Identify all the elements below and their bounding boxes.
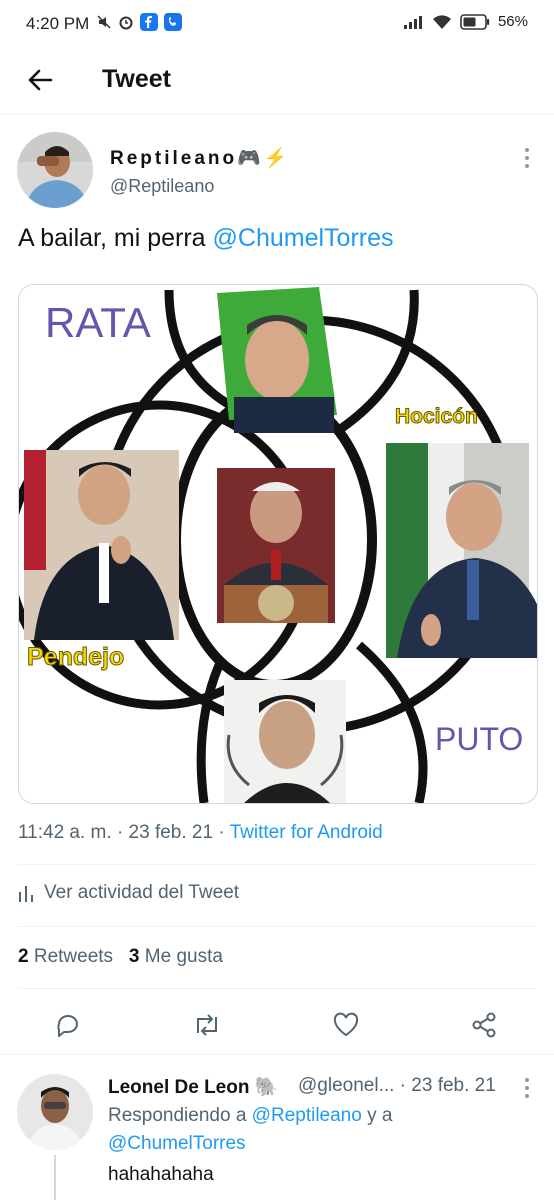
reply-icon (57, 1015, 78, 1037)
tweet-text: A bailar, mi perra @ChumelTorres (18, 224, 394, 253)
divider (18, 988, 536, 989)
likes-stat[interactable]: 3 Me gusta (129, 946, 223, 967)
author-name[interactable]: Reptileano🎮⚡ (110, 146, 290, 170)
likes-count: 3 (128, 946, 140, 967)
meme-label-puto: PUTO (435, 721, 524, 757)
reply-avatar[interactable] (17, 1074, 93, 1150)
status-time: 4:20 PM (26, 14, 90, 33)
page-title: Tweet (102, 65, 171, 93)
thread-connector-line (54, 1155, 56, 1200)
tweet-media-image[interactable]: RATA Hocicón Pendejo PUTO (18, 284, 538, 804)
retweet-icon (197, 1014, 217, 1036)
status-system-icons: 56% (403, 13, 528, 30)
share-button[interactable] (467, 1008, 501, 1042)
tweet-time: 11:42 a. m. (18, 822, 112, 843)
tweet-date: 23 feb. 21 (128, 822, 214, 843)
replying-mention-reptileano[interactable]: @Reptileano (252, 1105, 362, 1126)
meme-label-pendejo: Pendejo (26, 643, 125, 672)
heart-icon (333, 1012, 359, 1037)
photo-bottom (224, 680, 346, 803)
view-activity-row[interactable]: Ver actividad del Tweet (18, 882, 239, 904)
back-button[interactable] (20, 62, 60, 98)
reply-author-name[interactable]: Leonel De Leon 🐘 (108, 1075, 278, 1099)
share-icon (472, 1012, 496, 1038)
replying-and: y a (361, 1105, 393, 1126)
analytics-icon (19, 886, 33, 902)
divider (18, 864, 536, 865)
tweet-source-link[interactable]: Twitter for Android (230, 822, 383, 843)
status-notification-icons (96, 13, 182, 31)
author-avatar[interactable] (17, 132, 93, 208)
retweets-count: 2 (18, 946, 29, 967)
photo-center (217, 468, 335, 623)
engagement-stats: 2 Retweets 3 Me gusta (18, 946, 223, 968)
replying-prefix: Respondiendo a (108, 1105, 252, 1126)
replying-to: Respondiendo a @Reptileano y a (108, 1105, 392, 1127)
top-app-bar: Tweet (0, 48, 554, 115)
meta-separator: · (218, 822, 225, 843)
like-button[interactable] (329, 1008, 363, 1042)
tweet-text-body: A bailar, mi perra (18, 224, 213, 252)
reply-more-options-icon[interactable] (520, 1077, 534, 1099)
meta-separator: · (116, 822, 124, 843)
wifi-icon (432, 14, 451, 29)
phone-app-icon (164, 13, 182, 31)
battery-percent: 56% (497, 13, 528, 30)
reply-button[interactable] (51, 1008, 85, 1042)
more-options-icon[interactable] (520, 147, 534, 169)
tweet-action-bar (0, 1002, 554, 1046)
facebook-icon (140, 13, 158, 31)
retweets-label: Retweets (33, 946, 114, 967)
view-activity-label: Ver actividad del Tweet (44, 882, 240, 903)
replying-mention-chumel[interactable]: @ChumelTorres (108, 1133, 246, 1155)
meme-label-rata: RATA (45, 299, 151, 346)
arrow-left-icon (28, 69, 53, 91)
photo-right (386, 443, 537, 658)
status-bar: 4:20 PM 56% (0, 0, 554, 48)
alarm-icon (119, 16, 133, 30)
reply-author-handle-date[interactable]: @gleonel... · 23 feb. 21 (298, 1075, 496, 1097)
signal-icon (403, 15, 422, 29)
divider (0, 1054, 554, 1055)
likes-label: Me gusta (144, 946, 223, 967)
retweets-stat[interactable]: 2 Retweets (18, 946, 113, 967)
mute-icon (97, 15, 111, 29)
tweet-timestamp: 11:42 a. m. · 23 feb. 21 · Twitter for A… (18, 822, 383, 844)
author-handle[interactable]: @Reptileano (110, 176, 214, 197)
retweet-button[interactable] (190, 1008, 224, 1042)
photo-left (24, 450, 179, 640)
photo-top (217, 287, 337, 433)
reply-text: hahahahaha (108, 1164, 214, 1185)
meme-label-hocicon: Hocicón (395, 405, 479, 429)
divider (18, 926, 536, 927)
battery-icon (460, 13, 490, 30)
tweet-mention-link[interactable]: @ChumelTorres (213, 224, 394, 252)
